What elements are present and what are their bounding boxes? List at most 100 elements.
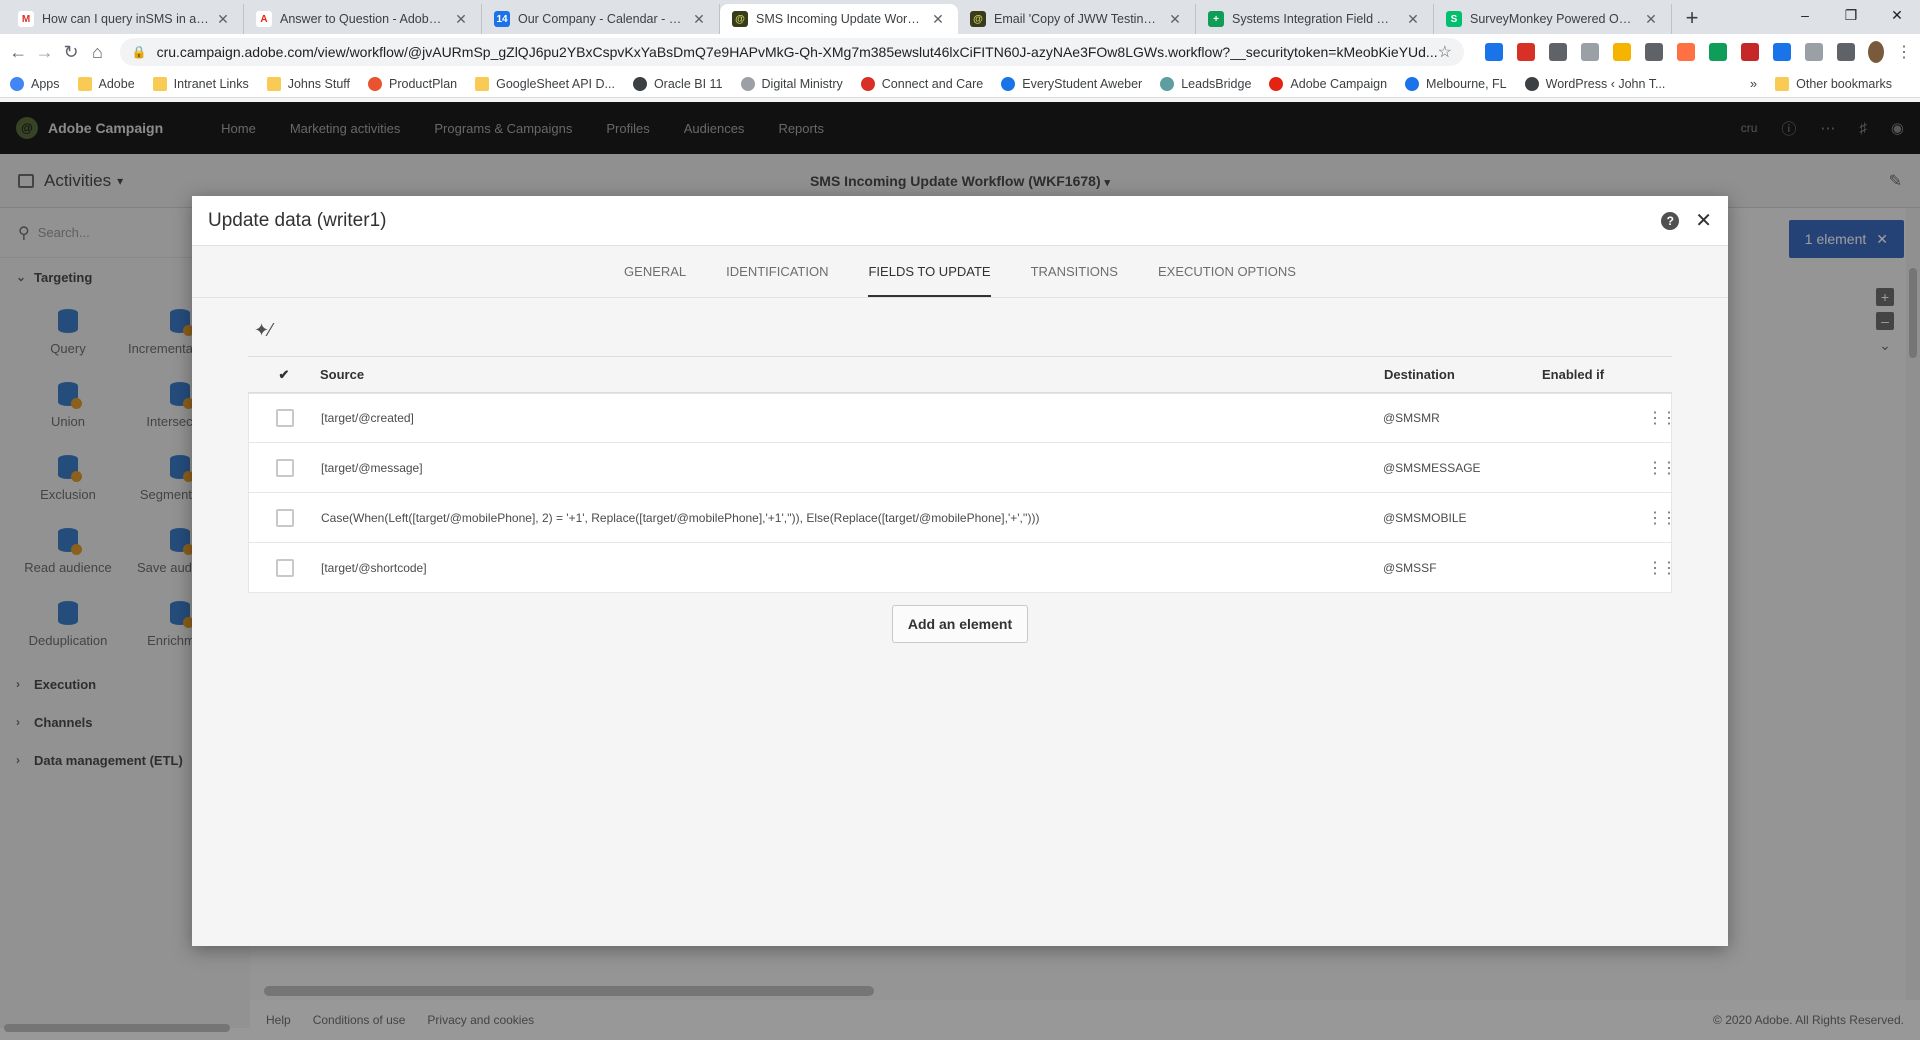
- tab-general[interactable]: General: [604, 246, 706, 297]
- folder-icon: [77, 76, 92, 91]
- tab-close-icon[interactable]: ✕: [691, 11, 707, 28]
- forward-icon[interactable]: →: [34, 38, 54, 66]
- extension-icon[interactable]: [1772, 43, 1791, 61]
- extension-icon[interactable]: [1804, 43, 1823, 61]
- site-favicon-icon: [860, 76, 875, 91]
- destination-cell[interactable]: @SMSSF: [1383, 561, 1541, 575]
- extension-icon[interactable]: [1708, 43, 1727, 61]
- lock-icon[interactable]: 🔒: [132, 45, 147, 59]
- browser-tab[interactable]: + Systems Integration Field Mappin ✕: [1196, 4, 1434, 34]
- browser-tab[interactable]: A Answer to Question - Adobe Exp ✕: [244, 4, 482, 34]
- bookmark-star-icon[interactable]: ☆: [1438, 42, 1452, 62]
- tab-close-icon[interactable]: ✕: [1643, 11, 1659, 28]
- magic-wand-icon[interactable]: ✦⁄: [254, 320, 1672, 352]
- bookmark-label: Melbourne, FL: [1426, 76, 1507, 91]
- extension-icon[interactable]: [1644, 43, 1663, 61]
- bookmark-label: WordPress ‹ John T...: [1545, 76, 1666, 91]
- destination-cell[interactable]: @SMSMOBILE: [1383, 511, 1541, 525]
- table-row[interactable]: [target/@shortcode] @SMSSF ⋮⋮: [248, 543, 1677, 593]
- extension-icon[interactable]: [1516, 43, 1535, 61]
- tab-fields-to-update[interactable]: Fields to update: [848, 246, 1010, 297]
- table-row[interactable]: [target/@created] @SMSMR ⋮⋮: [248, 393, 1677, 443]
- table-row[interactable]: [target/@message] @SMSMESSAGE ⋮⋮: [248, 443, 1677, 493]
- column-destination[interactable]: Destination: [1384, 367, 1542, 382]
- destination-cell[interactable]: @SMSMR: [1383, 411, 1541, 425]
- home-icon[interactable]: ⌂: [87, 38, 107, 66]
- source-cell[interactable]: [target/@message]: [321, 461, 1383, 475]
- column-enabled-if[interactable]: Enabled if: [1542, 367, 1652, 382]
- browser-tab[interactable]: 14 Our Company - Calendar - Week ✕: [482, 4, 720, 34]
- extension-icon[interactable]: [1580, 43, 1599, 61]
- bookmark-item[interactable]: Apps: [10, 76, 60, 91]
- bookmark-item[interactable]: ProductPlan: [368, 76, 457, 91]
- table-row[interactable]: Case(When(Left([target/@mobilePhone], 2)…: [248, 493, 1677, 543]
- more-bookmarks-icon[interactable]: »: [1750, 76, 1757, 91]
- bookmark-item[interactable]: Johns Stuff: [266, 76, 350, 91]
- bookmark-item[interactable]: WordPress ‹ John T...: [1524, 76, 1666, 91]
- drag-handle-icon[interactable]: ⋮⋮: [1647, 458, 1677, 478]
- tab-close-icon[interactable]: ✕: [1167, 11, 1183, 28]
- tab-identification[interactable]: Identification: [706, 246, 848, 297]
- browser-tab[interactable]: S SurveyMonkey Powered Online S ✕: [1434, 4, 1672, 34]
- tab-close-icon[interactable]: ✕: [1405, 11, 1421, 28]
- bookmark-label: Apps: [31, 76, 60, 91]
- help-icon[interactable]: ?: [1661, 211, 1680, 230]
- destination-cell[interactable]: @SMSMESSAGE: [1383, 461, 1541, 475]
- row-checkbox[interactable]: [276, 409, 294, 427]
- browser-tab[interactable]: @ SMS Incoming Update Workflow ✕: [720, 4, 958, 34]
- extension-icon[interactable]: [1676, 43, 1695, 61]
- tab-favicon-icon: @: [970, 11, 986, 27]
- bookmark-item[interactable]: Adobe: [77, 76, 135, 91]
- drag-handle-icon[interactable]: ⋮⋮: [1647, 508, 1677, 528]
- close-window-button[interactable]: ✕: [1874, 0, 1920, 30]
- extension-icon[interactable]: [1548, 43, 1567, 61]
- select-all-checkmark-icon[interactable]: ✔: [248, 367, 320, 383]
- row-checkbox[interactable]: [276, 508, 294, 527]
- fields-table: ✔ Source Destination Enabled if [target/…: [248, 356, 1677, 593]
- add-element-button[interactable]: Add an element: [891, 605, 1029, 643]
- bookmark-item[interactable]: Adobe Campaign: [1269, 76, 1387, 91]
- minimize-button[interactable]: –: [1782, 0, 1828, 30]
- tab-close-icon[interactable]: ✕: [453, 11, 469, 28]
- site-favicon-icon: [632, 76, 647, 91]
- source-cell[interactable]: [target/@shortcode]: [321, 561, 1383, 575]
- column-source[interactable]: Source: [320, 367, 1384, 382]
- new-tab-button[interactable]: +: [1678, 4, 1706, 32]
- extension-icon[interactable]: [1836, 43, 1855, 61]
- tab-favicon-icon: S: [1446, 11, 1462, 27]
- source-cell[interactable]: [target/@created]: [321, 411, 1383, 425]
- extension-icon[interactable]: [1740, 43, 1759, 61]
- profile-avatar[interactable]: [1867, 41, 1884, 63]
- bookmark-item[interactable]: Oracle BI 11: [632, 76, 723, 91]
- row-checkbox[interactable]: [276, 558, 294, 577]
- bookmark-item[interactable]: Intranet Links: [152, 76, 249, 91]
- bookmark-item[interactable]: EveryStudent Aweber: [1001, 76, 1142, 91]
- bookmark-item[interactable]: Connect and Care: [860, 76, 983, 91]
- restore-button[interactable]: ❐: [1828, 0, 1874, 30]
- bookmark-item[interactable]: Digital Ministry: [740, 76, 843, 91]
- other-bookmarks-folder[interactable]: Other bookmarks: [1775, 76, 1892, 91]
- bookmark-item[interactable]: GoogleSheet API D...: [475, 76, 615, 91]
- folder-icon: [475, 76, 490, 91]
- tab-close-icon[interactable]: ✕: [930, 11, 946, 28]
- tab-transitions[interactable]: Transitions: [1011, 246, 1138, 297]
- tab-execution-options[interactable]: Execution options: [1138, 246, 1316, 297]
- browser-tab[interactable]: @ Email 'Copy of JWW Testing - I Sh ✕: [958, 4, 1196, 34]
- site-favicon-icon: [1269, 76, 1284, 91]
- tab-close-icon[interactable]: ✕: [215, 11, 231, 28]
- back-icon[interactable]: ←: [8, 38, 28, 66]
- bookmark-item[interactable]: LeadsBridge: [1160, 76, 1251, 91]
- close-icon[interactable]: ✕: [1695, 208, 1712, 233]
- extension-icon[interactable]: [1612, 43, 1631, 61]
- reload-icon[interactable]: ↻: [61, 38, 81, 66]
- bookmark-item[interactable]: Melbourne, FL: [1405, 76, 1507, 91]
- address-bar[interactable]: 🔒 cru.campaign.adobe.com/view/workflow/@…: [119, 38, 1464, 66]
- drag-handle-icon[interactable]: ⋮⋮: [1647, 408, 1677, 428]
- extension-icon[interactable]: [1484, 43, 1503, 61]
- browser-menu-icon[interactable]: ⋮: [1896, 42, 1912, 62]
- browser-tab[interactable]: M How can I query inSMS in a techn ✕: [6, 4, 244, 34]
- row-checkbox[interactable]: [276, 458, 294, 477]
- url-text[interactable]: cru.campaign.adobe.com/view/workflow/@jv…: [157, 44, 1438, 60]
- source-cell[interactable]: Case(When(Left([target/@mobilePhone], 2)…: [321, 511, 1383, 525]
- drag-handle-icon[interactable]: ⋮⋮: [1647, 558, 1677, 578]
